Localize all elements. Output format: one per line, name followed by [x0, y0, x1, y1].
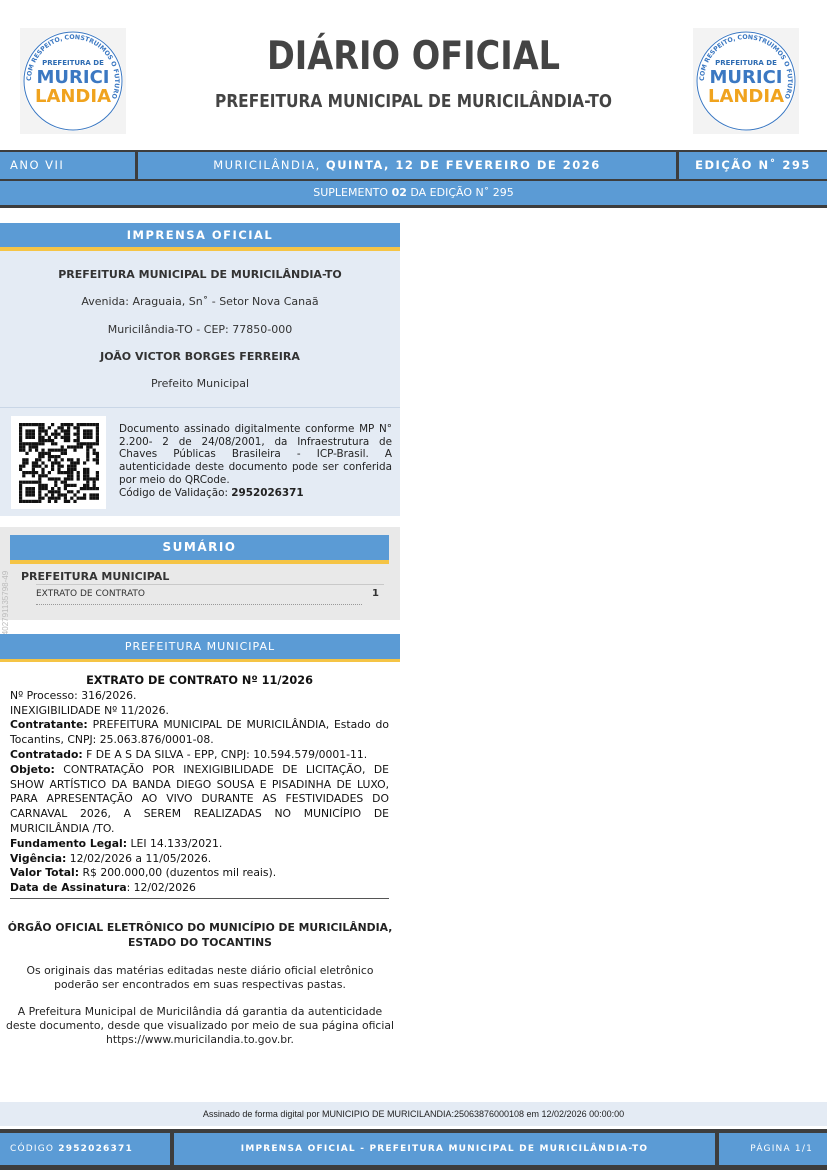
supplement-suffix: DA EDIÇÃO N˚ 295 — [410, 186, 514, 199]
contract-contratante: Contratante: PREFEITURA MUNICIPAL DE MUR… — [10, 718, 389, 748]
supplement-number: 02 — [391, 186, 407, 199]
edition-weekday-date: QUINTA, 12 DE FEVEREIRO DE 2026 — [325, 158, 601, 172]
imprensa-info: PREFEITURA MUNICIPAL DE MURICILÂNDIA-TO … — [0, 251, 400, 407]
assinatura-value: : 12/02/2026 — [126, 881, 196, 895]
contract-assinatura: Data de Assinatura: 12/02/2026 — [10, 881, 389, 896]
vigencia-value: 12/02/2026 a 11/05/2026. — [69, 851, 212, 865]
summary-box: SUMÁRIO PREFEITURA MUNICIPAL EXTRATO DE … — [0, 527, 400, 620]
qr-code[interactable] — [11, 416, 106, 509]
page-header: COM RESPEITO, CONSTRUIMOS O FUTURO PREFE… — [0, 0, 827, 150]
organ-paragraph-2: A Prefeitura Municipal de Muricilândia d… — [6, 1005, 394, 1046]
contract-valor: Valor Total: R$ 200.000,00 (duzentos mil… — [10, 866, 389, 881]
municipal-logo-right: COM RESPEITO, CONSTRUIMOS O FUTURO PREFE… — [693, 28, 799, 134]
svg-text:MURICI: MURICI — [710, 67, 783, 88]
edition-number: EDIÇÃO N˚ 295 — [679, 152, 827, 179]
fundamento-label: Fundamento Legal: — [10, 836, 128, 850]
svg-text:LANDIA: LANDIA — [708, 86, 784, 107]
official-organ-notice: ÓRGÃO OFICIAL ELETRÔNICO DO MUNICÍPIO DE… — [0, 920, 400, 1047]
contract-contratado: Contratado: F DE A S DA SILVA - EPP, CNP… — [10, 748, 389, 763]
contract-inexigibilidade: INEXIGIBILIDADE Nº 11/2026. — [10, 703, 169, 717]
footer-code: CÓDIGO 2952026371 — [0, 1133, 170, 1165]
imprensa-entity: PREFEITURA MUNICIPAL DE MURICILÂNDIA-TO — [58, 268, 342, 281]
footer-code-label: CÓDIGO — [10, 1144, 55, 1154]
contract-end-rule — [10, 898, 389, 899]
svg-text:PREFEITURA DE: PREFEITURA DE — [42, 59, 104, 67]
footer-title: IMPRENSA OFICIAL - PREFEITURA MUNICIPAL … — [174, 1133, 715, 1165]
contratado-label: Contratado: — [10, 747, 83, 761]
summary-dotted-leader — [36, 604, 362, 605]
summary-item-page[interactable]: 1 — [372, 588, 379, 599]
summary-heading: SUMÁRIO — [10, 535, 389, 564]
validation-code: 2952026371 — [231, 486, 304, 499]
section-heading: PREFEITURA MUNICIPAL — [0, 634, 400, 662]
supplement-bar: SUPLEMENTO 02 DA EDIÇÃO N˚ 295 — [0, 181, 827, 208]
edition-city: MURICILÂNDIA, — [213, 158, 321, 172]
edition-date: MURICILÂNDIA, QUINTA, 12 DE FEVEREIRO DE… — [138, 152, 676, 179]
supplement-prefix: SUPLEMENTO — [313, 186, 389, 199]
mayor-title: Prefeito Municipal — [150, 377, 250, 390]
contract-vigencia: Vigência: 12/02/2026 a 11/05/2026. — [10, 852, 389, 867]
valor-label: Valor Total: — [10, 866, 80, 880]
contract-fundamento: Fundamento Legal: LEI 14.133/2021. — [10, 837, 389, 852]
signature-text: Documento assinado digitalmente conforme… — [119, 423, 392, 486]
mayor-name: JOÃO VICTOR BORGES FERREIRA — [100, 350, 300, 363]
page-subtitle: PREFEITURA MUNICIPAL DE MURICILÂNDIA-TO — [215, 92, 612, 112]
svg-text:PREFEITURA DE: PREFEITURA DE — [715, 59, 777, 67]
svg-text:LANDIA: LANDIA — [35, 86, 111, 107]
objeto-label: Objeto: — [10, 762, 55, 776]
digital-signature-box: Documento assinado digitalmente conforme… — [0, 407, 400, 516]
contract-title: EXTRATO DE CONTRATO Nº 11/2026 — [86, 674, 313, 687]
contratado-value: F DE A S DA SILVA - EPP, CNPJ: 10.594.57… — [86, 747, 368, 761]
valor-value: R$ 200.000,00 (duzentos mil reais). — [82, 866, 277, 880]
contract-objeto: Objeto: CONTRATAÇÃO POR INEXIGIBILIDADE … — [10, 763, 389, 837]
seal-graphic: COM RESPEITO, CONSTRUIMOS O FUTURO PREFE… — [23, 31, 123, 131]
vigencia-label: Vigência: — [10, 851, 67, 865]
imprensa-city-cep: Muricilândia-TO - CEP: 77850-000 — [107, 323, 293, 336]
objeto-value: CONTRATAÇÃO POR INEXIGIBILIDADE DE LICIT… — [10, 762, 389, 835]
edition-bar: ANO VII MURICILÂNDIA, QUINTA, 12 DE FEVE… — [0, 150, 827, 181]
summary-divider — [36, 584, 384, 585]
svg-text:MURICI: MURICI — [37, 67, 110, 88]
imprensa-heading: IMPRENSA OFICIAL — [0, 223, 400, 251]
footer-code-value: 2952026371 — [58, 1144, 133, 1154]
seal-graphic: COM RESPEITO, CONSTRUIMOS O FUTURO PREFE… — [696, 31, 796, 131]
contratante-label: Contratante: — [10, 718, 88, 732]
summary-category: PREFEITURA MUNICIPAL — [21, 570, 170, 583]
validation-label: Código de Validação: — [119, 486, 228, 499]
footer-bar: CÓDIGO 2952026371 IMPRENSA OFICIAL - PRE… — [0, 1129, 827, 1170]
contract-extract: EXTRATO DE CONTRATO Nº 11/2026 Nº Proces… — [10, 674, 389, 896]
organ-title: ÓRGÃO OFICIAL ELETRÔNICO DO MUNICÍPIO DE… — [7, 921, 393, 949]
digital-signature-footer: Assinado de forma digital por MUNICIPIO … — [0, 1102, 827, 1126]
footer-page: PÁGINA 1/1 — [719, 1133, 827, 1165]
edition-year: ANO VII — [0, 152, 135, 179]
assinatura-label: Data de Assinatura — [10, 881, 127, 895]
organ-paragraph-1: Os originais das matérias editadas neste… — [26, 964, 374, 991]
fundamento-value: LEI 14.133/2021. — [130, 836, 223, 850]
qr-code-icon — [19, 423, 99, 503]
summary-item-link[interactable]: EXTRATO DE CONTRATO — [36, 589, 145, 599]
page-title: DIÁRIO OFICIAL — [266, 34, 561, 79]
contract-processo: Nº Processo: 316/2026. — [10, 688, 137, 702]
imprensa-address: Avenida: Araguaia, Sn˚ - Setor Nova Cana… — [81, 295, 319, 308]
signature-notice: Documento assinado digitalmente conforme… — [119, 423, 392, 499]
municipal-logo-left: COM RESPEITO, CONSTRUIMOS O FUTURO PREFE… — [20, 28, 126, 134]
